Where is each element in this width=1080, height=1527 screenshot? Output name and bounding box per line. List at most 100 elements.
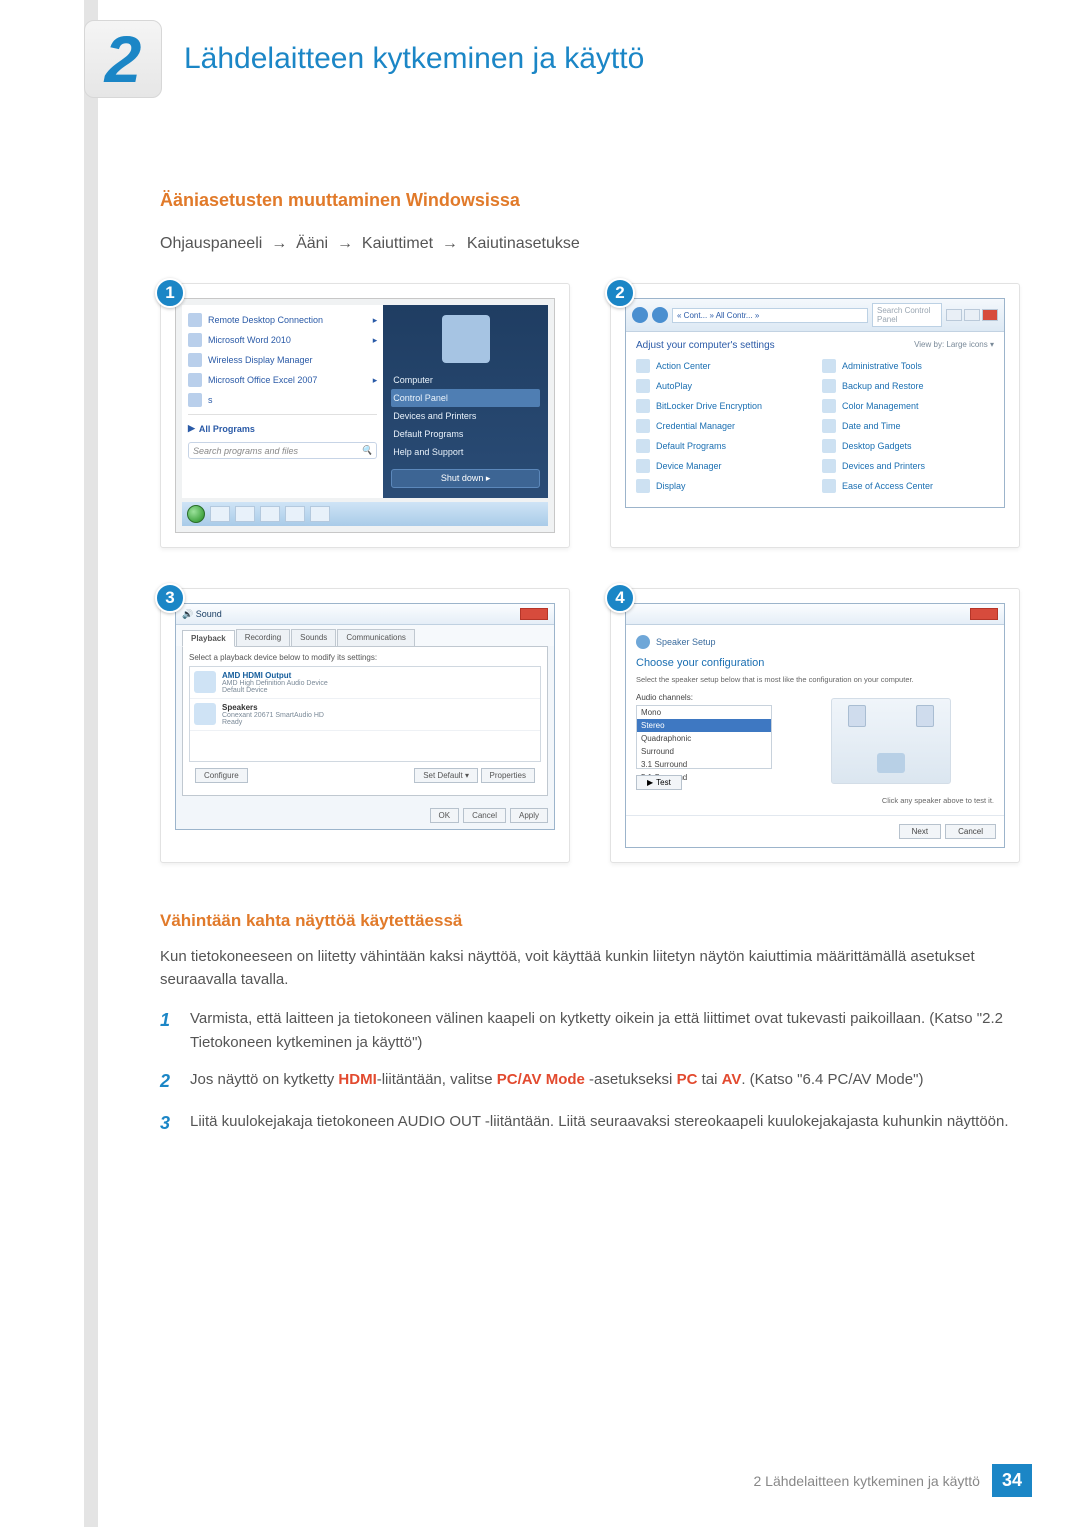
view-by-dropdown[interactable]: View by: Large icons ▾ <box>914 340 994 351</box>
play-icon: ▶ <box>647 778 653 787</box>
properties-button[interactable]: Properties <box>481 768 535 783</box>
tools-icon <box>822 359 836 373</box>
channel-option[interactable]: Mono <box>637 706 771 719</box>
taskbar-button[interactable] <box>260 506 280 522</box>
back-orb-icon[interactable] <box>636 635 650 649</box>
maximize-icon[interactable] <box>964 309 980 321</box>
step-text: Liitä kuulokejakaja tietokoneen AUDIO OU… <box>190 1110 1009 1138</box>
keyword: PC <box>677 1071 698 1088</box>
channel-option[interactable]: Quadraphonic <box>637 732 771 745</box>
tab-recording[interactable]: Recording <box>236 629 290 646</box>
app-icon <box>188 333 202 347</box>
cp-item[interactable]: Color Management <box>822 399 994 413</box>
channels-listbox[interactable]: Mono Stereo Quadraphonic Surround 3.1 Su… <box>636 705 772 769</box>
start-right-item[interactable]: Devices and Printers <box>391 407 540 425</box>
start-menu-item[interactable]: Microsoft Office Excel 2007▸ <box>188 370 377 390</box>
minimize-icon[interactable] <box>946 309 962 321</box>
right-speaker-icon[interactable] <box>916 705 934 727</box>
start-orb-icon[interactable] <box>187 505 205 523</box>
playback-device-list: AMD HDMI Output AMD High Definition Audi… <box>189 666 541 762</box>
tab-sounds[interactable]: Sounds <box>291 629 336 646</box>
start-menu-item[interactable]: Remote Desktop Connection▸ <box>188 310 377 330</box>
display-icon <box>636 479 650 493</box>
search-input[interactable]: Search Control Panel <box>872 303 942 327</box>
hint-text: Select a playback device below to modify… <box>189 653 541 662</box>
test-button[interactable]: ▶ Test <box>636 775 682 790</box>
cancel-button[interactable]: Cancel <box>463 808 506 823</box>
keyword: HDMI <box>338 1071 376 1088</box>
screenshot-start-menu: 1 Remote Desktop Connection▸ Microsoft W… <box>160 283 570 548</box>
set-default-button[interactable]: Set Default ▾ <box>414 768 478 783</box>
channel-option[interactable]: 3.1 Surround <box>637 758 771 771</box>
cp-item[interactable]: AutoPlay <box>636 379 808 393</box>
close-icon[interactable] <box>520 608 548 620</box>
cp-item[interactable]: Desktop Gadgets <box>822 439 994 453</box>
start-search-input[interactable]: Search programs and files 🔍 <box>188 442 377 459</box>
cp-item[interactable]: Administrative Tools <box>822 359 994 373</box>
configure-button[interactable]: Configure <box>195 768 248 783</box>
start-menu-item[interactable]: Microsoft Word 2010▸ <box>188 330 377 350</box>
cp-heading: Adjust your computer's settings <box>636 340 775 351</box>
shutdown-button[interactable]: Shut down ▸ <box>391 469 540 488</box>
breadcrumb-part: Ohjauspaneeli <box>160 235 262 252</box>
cp-item[interactable]: Ease of Access Center <box>822 479 994 493</box>
back-button-icon[interactable] <box>632 307 648 323</box>
breadcrumb-part: Kaiutinasetukse <box>467 235 580 252</box>
ok-button[interactable]: OK <box>430 808 460 823</box>
chapter-title: Lähdelaitteen kytkeminen ja käyttö <box>184 42 644 76</box>
taskbar <box>182 502 548 526</box>
lock-icon <box>636 399 650 413</box>
taskbar-button[interactable] <box>210 506 230 522</box>
cp-item[interactable]: Display <box>636 479 808 493</box>
start-right-item[interactable]: Default Programs <box>391 425 540 443</box>
channel-option-selected[interactable]: Stereo <box>637 719 771 732</box>
playback-device[interactable]: Speakers Conexant 20671 SmartAudio HD Re… <box>190 699 540 731</box>
app-icon <box>188 393 202 407</box>
taskbar-button[interactable] <box>285 506 305 522</box>
arrow-icon: → <box>442 235 458 252</box>
cp-item[interactable]: Backup and Restore <box>822 379 994 393</box>
step-number: 1 <box>160 1007 176 1054</box>
chevron-right-icon: ▶ <box>188 423 195 434</box>
window-titlebar: « Cont... » All Contr... » Search Contro… <box>626 299 1004 332</box>
cp-item[interactable]: Devices and Printers <box>822 459 994 473</box>
channel-option[interactable]: Surround <box>637 745 771 758</box>
forward-button-icon[interactable] <box>652 307 668 323</box>
window-controls <box>946 309 998 321</box>
start-menu-item[interactable]: Wireless Display Manager <box>188 350 377 370</box>
all-programs-button[interactable]: ▶ All Programs <box>188 419 377 438</box>
cp-item[interactable]: Default Programs <box>636 439 808 453</box>
tab-playback[interactable]: Playback <box>182 630 235 647</box>
cp-item[interactable]: Device Manager <box>636 459 808 473</box>
taskbar-button[interactable] <box>235 506 255 522</box>
close-icon[interactable] <box>970 608 998 620</box>
step-item: 3 Liitä kuulokejakaja tietokoneen AUDIO … <box>160 1110 1020 1138</box>
playback-device[interactable]: AMD HDMI Output AMD High Definition Audi… <box>190 667 540 699</box>
cp-item[interactable]: Date and Time <box>822 419 994 433</box>
start-right-item-control-panel[interactable]: Control Panel <box>391 389 540 407</box>
start-menu-item[interactable]: s <box>188 390 377 410</box>
cancel-button[interactable]: Cancel <box>945 824 996 839</box>
arrow-icon: → <box>271 235 287 252</box>
dialog-titlebar <box>626 604 1004 625</box>
address-bar[interactable]: « Cont... » All Contr... » <box>672 308 868 323</box>
left-speaker-icon[interactable] <box>848 705 866 727</box>
breadcrumb-part: Kaiuttimet <box>362 235 433 252</box>
step-number: 3 <box>160 1110 176 1138</box>
start-right-item[interactable]: Help and Support <box>391 443 540 461</box>
next-button[interactable]: Next <box>899 824 941 839</box>
step-item: 1 Varmista, että laitteen ja tietokoneen… <box>160 1007 1020 1054</box>
close-icon[interactable] <box>982 309 998 321</box>
apply-button[interactable]: Apply <box>510 808 548 823</box>
taskbar-button[interactable] <box>310 506 330 522</box>
cp-item[interactable]: Action Center <box>636 359 808 373</box>
start-right-item[interactable]: Computer <box>391 371 540 389</box>
steps-list: 1 Varmista, että laitteen ja tietokoneen… <box>160 1007 1020 1137</box>
breadcrumb: Ohjauspaneeli → Ääni → Kaiuttimet → Kaiu… <box>160 235 1020 253</box>
backup-icon <box>822 379 836 393</box>
cp-item[interactable]: Credential Manager <box>636 419 808 433</box>
cp-item[interactable]: BitLocker Drive Encryption <box>636 399 808 413</box>
tab-communications[interactable]: Communications <box>337 629 415 646</box>
tab-strip: Playback Recording Sounds Communications <box>176 625 554 646</box>
screenshot-speaker-setup: 4 Speaker Setup Choose your configuratio… <box>610 588 1020 863</box>
